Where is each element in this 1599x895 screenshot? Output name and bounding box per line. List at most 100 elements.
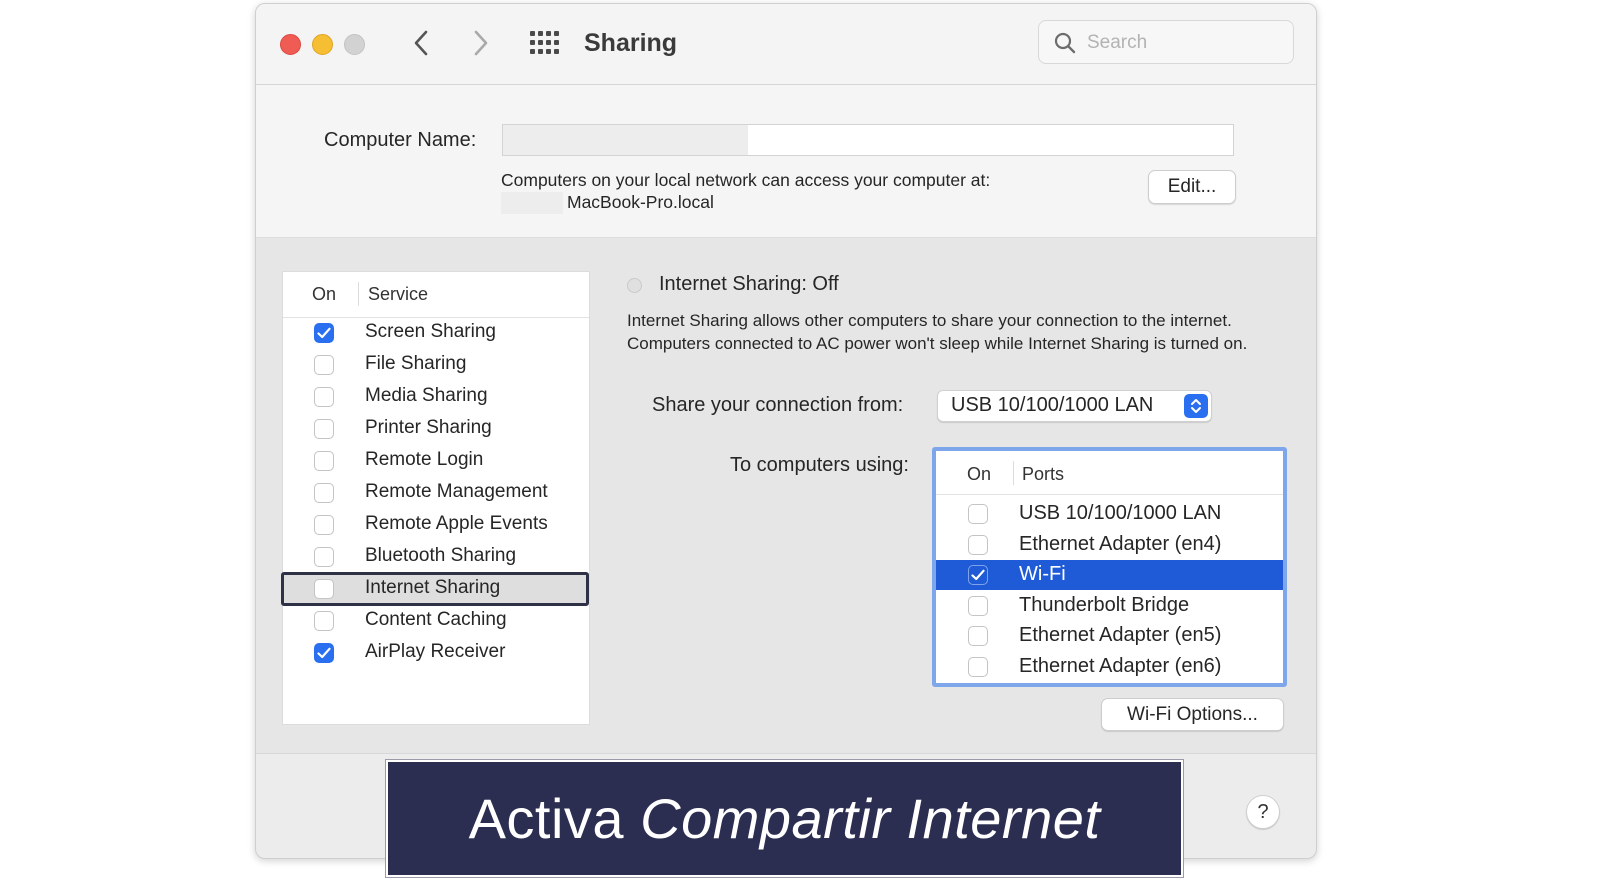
computer-name-label: Computer Name: <box>324 129 477 151</box>
window-title: Sharing <box>584 29 678 57</box>
service-row[interactable]: Remote Apple Events <box>283 509 589 541</box>
grid-icon <box>530 31 559 54</box>
back-button[interactable] <box>406 26 436 60</box>
close-window-button[interactable] <box>280 34 301 55</box>
port-checkbox[interactable] <box>968 565 988 585</box>
show-all-button[interactable] <box>529 30 561 56</box>
main-panel: On Service Screen Sharing File Sharing Med… <box>256 238 1316 754</box>
services-list: On Service Screen Sharing File Sharing Med… <box>281 271 590 725</box>
local-hostname: MacBook-Pro.local <box>501 191 714 215</box>
service-checkbox[interactable] <box>314 643 334 663</box>
ports-header-separator <box>1013 461 1014 485</box>
ports-header-on[interactable]: On <box>967 464 991 485</box>
port-checkbox[interactable] <box>968 595 988 616</box>
internet-sharing-status: Internet Sharing: Off <box>659 273 839 295</box>
service-row[interactable]: Remote Management <box>283 477 589 509</box>
port-label: Ethernet Adapter (en4) <box>1019 532 1222 555</box>
computer-name-section: Computer Name: Computers on your local n… <box>256 85 1316 238</box>
checkmark-icon <box>317 647 331 659</box>
service-checkbox[interactable] <box>314 451 334 471</box>
hostname-text: MacBook-Pro.local <box>567 192 714 212</box>
chevron-right-icon <box>474 30 488 56</box>
service-label: Remote Apple Events <box>365 513 548 534</box>
header-separator <box>358 282 359 306</box>
port-label: Ethernet Adapter (en5) <box>1019 624 1222 646</box>
service-row[interactable]: Bluetooth Sharing <box>283 541 589 573</box>
service-row[interactable]: Media Sharing <box>283 381 589 413</box>
service-label: Media Sharing <box>365 385 488 406</box>
service-checkbox[interactable] <box>314 547 334 567</box>
header-on[interactable]: On <box>312 284 336 305</box>
service-row[interactable]: Internet Sharing <box>281 572 589 606</box>
checkmark-icon <box>317 327 331 339</box>
port-label: Ethernet Adapter (en6) <box>1019 654 1222 677</box>
services-list-header: On Service <box>283 272 589 318</box>
service-label: Content Caching <box>365 609 507 630</box>
port-row[interactable]: Ethernet Adapter (en6) <box>936 652 1283 682</box>
redacted-name <box>503 125 748 155</box>
edit-button[interactable]: Edit... <box>1148 170 1236 204</box>
service-checkbox[interactable] <box>314 355 334 375</box>
search-icon <box>1054 32 1076 54</box>
computer-name-field[interactable] <box>502 124 1234 156</box>
service-checkbox[interactable] <box>314 611 334 631</box>
service-row[interactable]: File Sharing <box>283 349 589 381</box>
wifi-options-button[interactable]: Wi-Fi Options... <box>1101 698 1284 731</box>
service-checkbox[interactable] <box>314 579 334 599</box>
port-label: USB 10/100/1000 LAN <box>1019 502 1222 524</box>
share-from-value: USB 10/100/1000 LAN <box>951 394 1154 416</box>
port-label: Thunderbolt Bridge <box>1019 593 1190 616</box>
port-row[interactable]: Ethernet Adapter (en5) <box>936 621 1283 651</box>
service-label: Screen Sharing <box>365 321 496 342</box>
checkmark-icon <box>971 569 985 581</box>
ports-header-ports[interactable]: Ports <box>1022 464 1064 485</box>
service-label: File Sharing <box>365 353 467 374</box>
header-service[interactable]: Service <box>368 284 428 305</box>
port-row[interactable]: Ethernet Adapter (en4) <box>936 530 1283 560</box>
caption-plain: Activa <box>468 787 641 850</box>
to-computers-label: To computers using: <box>730 454 909 476</box>
chevron-left-icon <box>414 30 428 56</box>
port-checkbox[interactable] <box>968 656 988 677</box>
port-row[interactable]: Wi-Fi <box>936 560 1283 590</box>
internet-sharing-status-indicator <box>627 278 642 293</box>
service-checkbox[interactable] <box>314 419 334 439</box>
redacted-host-prefix <box>501 192 563 215</box>
service-checkbox[interactable] <box>314 483 334 503</box>
service-checkbox[interactable] <box>314 387 334 407</box>
titlebar: Sharing <box>256 4 1316 85</box>
share-from-label: Share your connection from: <box>652 394 904 416</box>
service-row[interactable]: Printer Sharing <box>283 413 589 445</box>
service-checkbox[interactable] <box>314 515 334 535</box>
access-description: Computers on your local network can acce… <box>501 170 991 190</box>
service-row[interactable]: Remote Login <box>283 445 589 477</box>
caption-banner: Activa Compartir Internet <box>386 760 1183 877</box>
port-checkbox[interactable] <box>968 626 988 646</box>
service-row[interactable]: AirPlay Receiver <box>283 637 589 669</box>
share-from-select[interactable]: USB 10/100/1000 LAN <box>937 390 1212 422</box>
port-row[interactable]: USB 10/100/1000 LAN <box>936 499 1283 529</box>
internet-sharing-description: Internet Sharing allows other computers … <box>627 311 1248 353</box>
help-button[interactable]: ? <box>1246 795 1280 829</box>
ports-list-header: On Ports <box>936 451 1283 495</box>
caption-text: Activa Compartir Internet <box>469 786 1101 851</box>
search-input[interactable] <box>1085 21 1289 65</box>
service-label: Bluetooth Sharing <box>365 545 517 566</box>
service-row[interactable]: Content Caching <box>283 605 589 637</box>
port-label: Wi-Fi <box>1019 563 1066 585</box>
search-box[interactable] <box>1038 20 1294 65</box>
port-checkbox[interactable] <box>968 534 988 555</box>
port-checkbox[interactable] <box>968 504 988 524</box>
minimize-window-button[interactable] <box>312 34 333 55</box>
service-row[interactable]: Screen Sharing <box>283 317 589 349</box>
select-arrows-icon <box>1184 394 1208 418</box>
zoom-window-button[interactable] <box>344 34 365 55</box>
service-label: Remote Management <box>365 481 548 502</box>
service-label: Internet Sharing <box>365 577 501 598</box>
service-checkbox[interactable] <box>314 323 334 343</box>
caption-italic: Compartir Internet <box>640 787 1101 850</box>
ports-list: On Ports USB 10/100/1000 LAN Ethernet Ada… <box>932 447 1287 687</box>
port-row[interactable]: Thunderbolt Bridge <box>936 591 1283 621</box>
forward-button[interactable] <box>466 26 496 60</box>
service-label: AirPlay Receiver <box>365 641 506 662</box>
